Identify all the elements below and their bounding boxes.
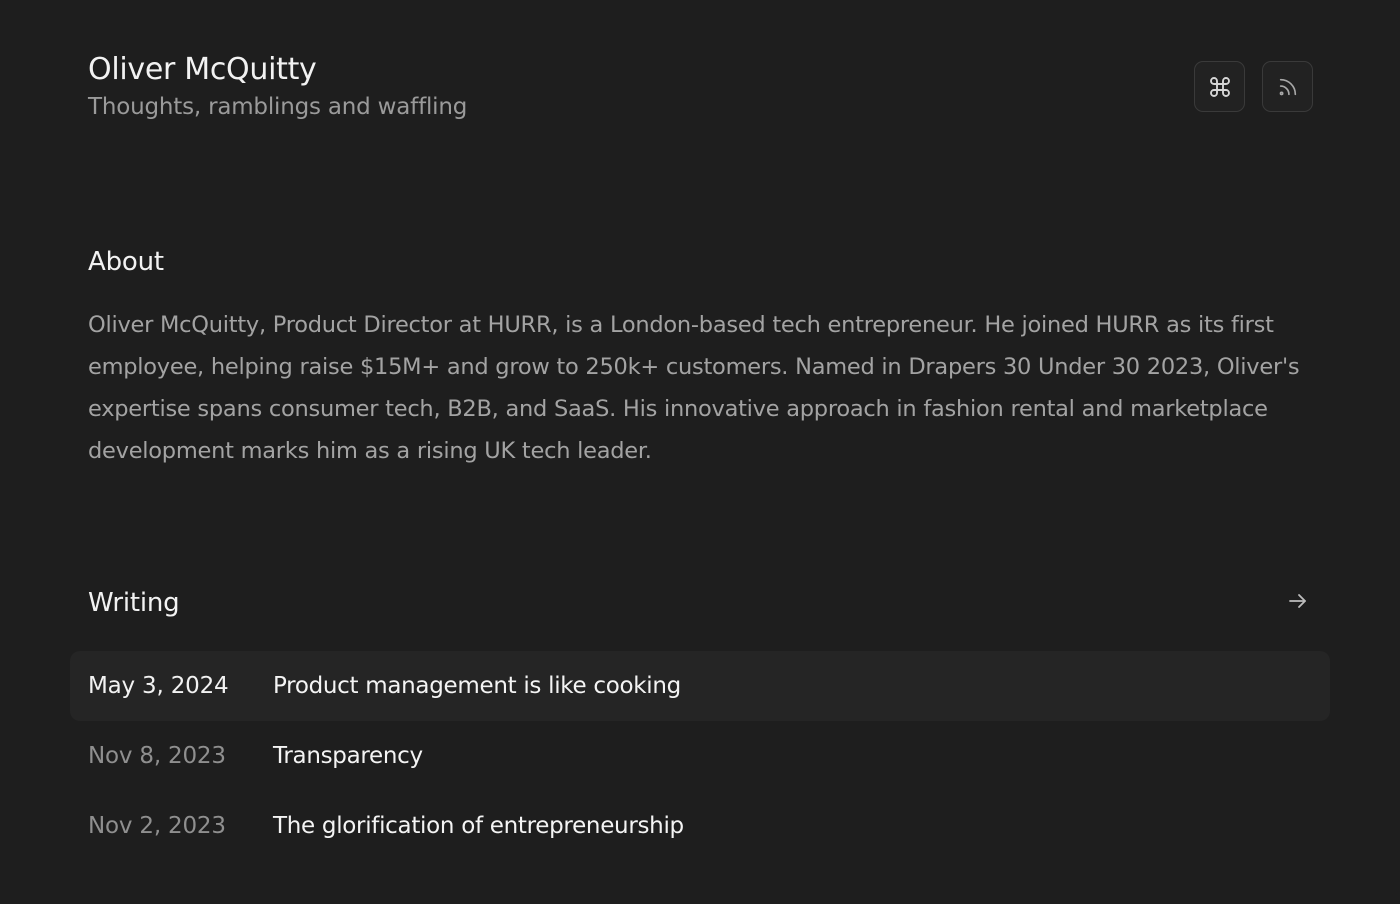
post-title[interactable]: Product management is like cooking	[273, 673, 681, 699]
site-title[interactable]: Oliver McQuitty	[88, 50, 1313, 90]
post-row[interactable]: May 3, 2024 Product management is like c…	[70, 651, 1330, 721]
command-icon	[1208, 75, 1232, 99]
post-title[interactable]: The glorification of entrepreneurship	[273, 813, 684, 839]
post-title[interactable]: Transparency	[273, 743, 423, 769]
writing-header: Writing	[70, 586, 1330, 620]
site-header: Oliver McQuitty Thoughts, ramblings and …	[88, 50, 1313, 130]
writing-heading: Writing	[88, 588, 180, 618]
post-date: Nov 2, 2023	[88, 813, 226, 839]
post-row[interactable]: Nov 2, 2023 The glorification of entrepr…	[70, 791, 1330, 861]
rss-icon	[1277, 76, 1299, 98]
about-section: About Oliver McQuitty, Product Director …	[88, 245, 1318, 472]
site-tagline: Thoughts, ramblings and waffling	[88, 94, 468, 120]
rss-feed-button[interactable]	[1262, 61, 1313, 112]
page: Oliver McQuitty Thoughts, ramblings and …	[0, 0, 1400, 904]
post-date: May 3, 2024	[88, 673, 229, 699]
writing-section: Writing May 3, 2024 Product management i…	[70, 586, 1330, 861]
command-menu-button[interactable]	[1194, 61, 1245, 112]
post-row[interactable]: Nov 8, 2023 Transparency	[70, 721, 1330, 791]
about-heading: About	[88, 247, 164, 277]
about-text: Oliver McQuitty, Product Director at HUR…	[88, 312, 1300, 464]
header-actions	[1194, 61, 1313, 112]
arrow-right-icon	[1286, 589, 1310, 617]
post-date: Nov 8, 2023	[88, 743, 226, 769]
view-all-writing-link[interactable]	[1284, 589, 1312, 617]
post-list: May 3, 2024 Product management is like c…	[70, 651, 1330, 861]
